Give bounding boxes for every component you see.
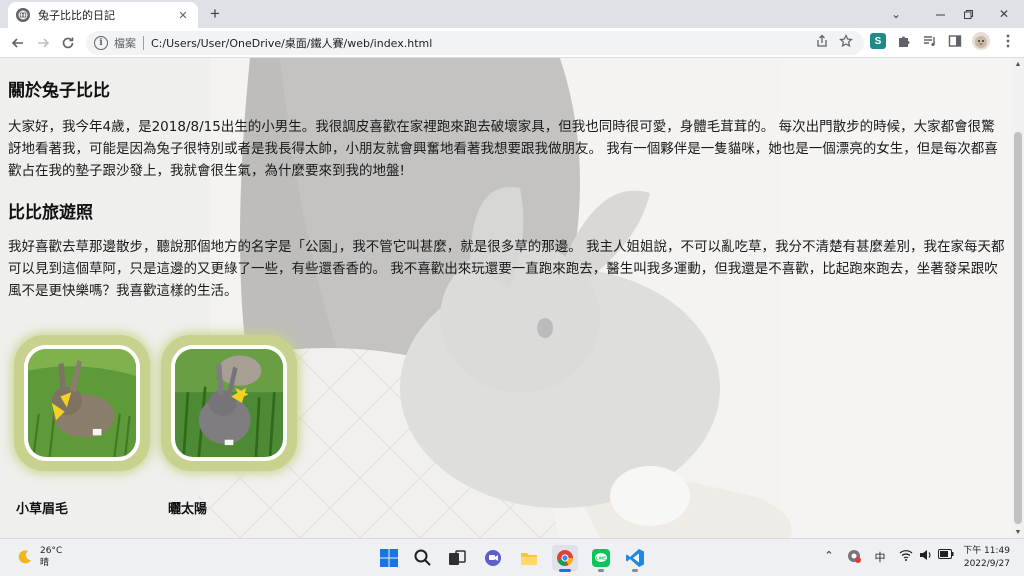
line-icon[interactable]: LINE: [588, 545, 614, 572]
travel-paragraph: 我好喜歡去草那邊散步，聽說那個地方的名字是「公園」，我不管它叫甚麼，就是很多草的…: [8, 239, 1005, 299]
windows-start-icon[interactable]: [376, 545, 402, 571]
photo-frame-2[interactable]: [161, 335, 297, 471]
side-panel-icon[interactable]: [947, 33, 963, 49]
rabbit-sunbathing-photo: [175, 349, 283, 457]
about-heading: 關於兔子比比: [8, 81, 110, 101]
globe-icon: [16, 8, 30, 22]
bookmark-star-icon[interactable]: [838, 33, 854, 49]
photo-frame-1[interactable]: [14, 335, 150, 471]
photo-frame-inner: [171, 345, 287, 461]
weather-text: 26°C 晴: [40, 545, 62, 569]
page-content: 關於兔子比比 大家好，我今年4歲，是2018/8/15出生的小男生。我很調皮喜歡…: [0, 58, 1012, 538]
weather-temperature: 26°C: [40, 546, 63, 556]
chrome-tray-icon[interactable]: [846, 549, 862, 563]
clock-time: 下午 11:49: [963, 546, 1010, 556]
vscode-icon[interactable]: [622, 545, 648, 572]
browser-tabstrip: 兔子比比的日記 ✕ + ⌄ ✕: [0, 0, 1024, 28]
task-view-icon[interactable]: [444, 545, 470, 571]
scroll-up-icon[interactable]: ▲: [1014, 60, 1022, 68]
file-explorer-icon[interactable]: [516, 545, 542, 571]
photo-caption-2: 曬太陽: [168, 502, 208, 517]
reading-list-icon[interactable]: [922, 33, 938, 49]
kebab-menu-icon[interactable]: [1000, 33, 1016, 49]
url-text[interactable]: C:/Users/User/OneDrive/桌面/鐵人賽/web/index.…: [151, 35, 432, 51]
photo-frame-inner: [24, 345, 140, 461]
profile-avatar[interactable]: [972, 32, 990, 50]
windows-taskbar: 26°C 晴 LINE ⌃ 中 下午 11:49 2022/9/27: [0, 538, 1024, 576]
page-viewport: 關於兔子比比 大家好，我今年4歲，是2018/8/15出生的小男生。我很調皮喜歡…: [0, 58, 1012, 538]
browser-toolbar: i 檔案 C:/Users/User/OneDrive/桌面/鐵人賽/web/i…: [0, 28, 1024, 58]
url-scheme-label: 檔案: [114, 37, 136, 50]
moon-icon: [18, 550, 31, 564]
system-clock[interactable]: 下午 11:49 2022/9/27: [963, 545, 1010, 571]
scroll-down-icon[interactable]: ▼: [1014, 528, 1022, 536]
vertical-scrollbar[interactable]: ▲ ▼: [1012, 58, 1024, 538]
photo-caption-1: 小草眉毛: [16, 502, 69, 517]
running-indicator: [559, 569, 571, 572]
new-tab-button[interactable]: +: [204, 4, 226, 24]
info-icon[interactable]: i: [94, 36, 108, 50]
scrollbar-thumb[interactable]: [1014, 132, 1022, 524]
chrome-icon[interactable]: [552, 545, 578, 572]
svg-text:LINE: LINE: [596, 556, 606, 561]
chevron-down-icon[interactable]: ⌄: [878, 0, 914, 28]
chat-icon[interactable]: [480, 545, 506, 571]
tab-close-icon[interactable]: ✕: [176, 8, 190, 22]
forward-arrow-icon[interactable]: [33, 33, 53, 53]
clock-date: 2022/9/27: [963, 559, 1010, 569]
weather-widget[interactable]: 26°C 晴: [16, 545, 62, 569]
puzzle-icon[interactable]: [896, 33, 912, 49]
battery-icon[interactable]: [938, 549, 954, 559]
restore-icon[interactable]: [950, 0, 986, 28]
weather-condition: 晴: [40, 558, 50, 568]
search-icon[interactable]: [410, 545, 436, 571]
share-icon[interactable]: [814, 33, 830, 49]
rabbit-grass-photo: [28, 349, 136, 457]
back-arrow-icon[interactable]: [8, 33, 28, 53]
url-separator: [143, 36, 144, 50]
volume-icon[interactable]: [918, 549, 934, 561]
travel-heading: 比比旅遊照: [8, 203, 93, 223]
about-paragraph: 大家好，我今年4歲，是2018/8/15出生的小男生。我很調皮喜歡在家裡跑來跑去…: [8, 119, 998, 179]
tray-chevron-up-icon[interactable]: ⌃: [822, 549, 836, 562]
close-window-icon[interactable]: ✕: [986, 0, 1022, 28]
ime-indicator[interactable]: 中: [872, 549, 888, 565]
tab-title: 兔子比比的日記: [38, 9, 115, 22]
browser-tab[interactable]: 兔子比比的日記 ✕: [8, 2, 198, 28]
running-indicator: [598, 569, 604, 572]
wifi-icon[interactable]: [898, 549, 914, 561]
s-extension-icon[interactable]: S: [870, 33, 886, 49]
running-indicator: [632, 569, 638, 572]
address-bar[interactable]: i 檔案 C:/Users/User/OneDrive/桌面/鐵人賽/web/i…: [86, 31, 864, 55]
reload-icon[interactable]: [58, 33, 78, 53]
